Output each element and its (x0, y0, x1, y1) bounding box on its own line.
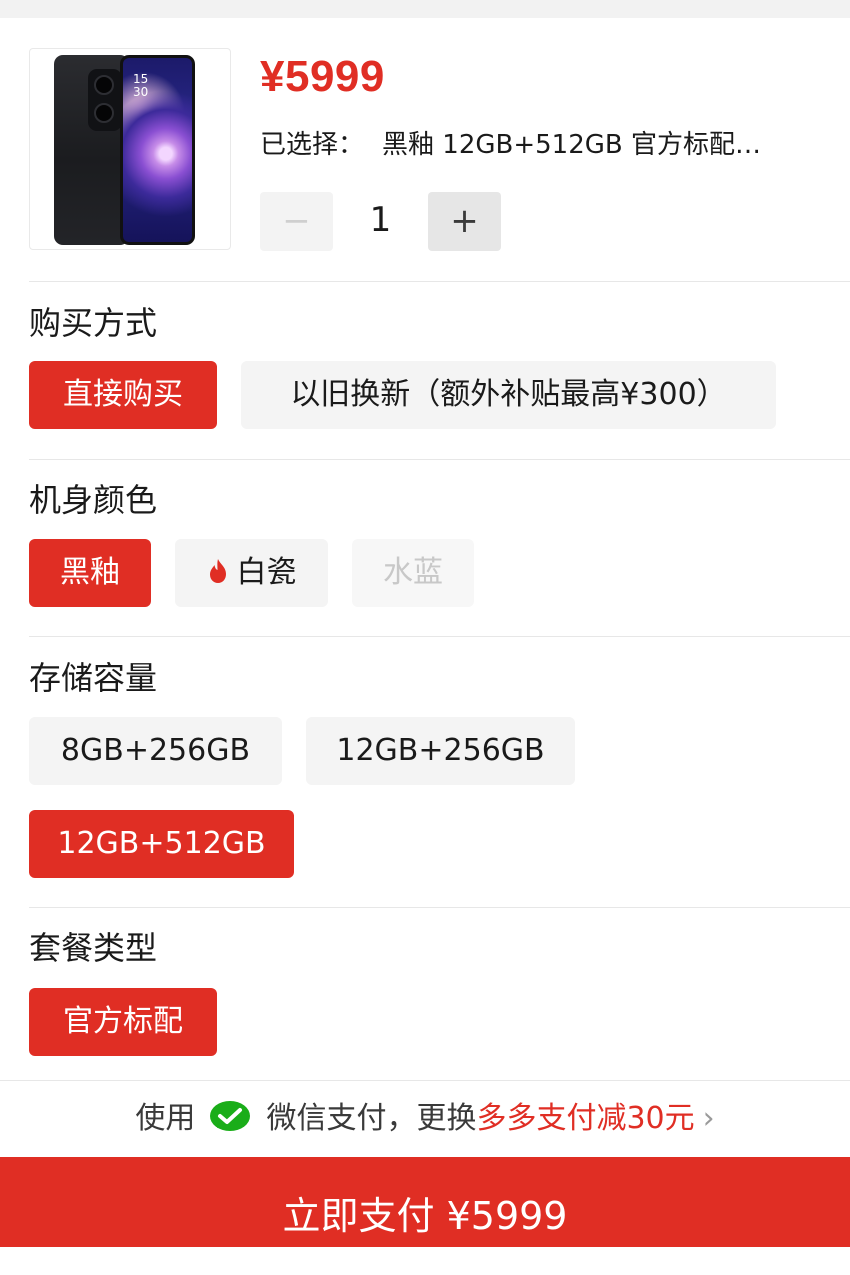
purchase-option-tradein[interactable]: 以旧换新（额外补贴最高¥300） (241, 361, 776, 429)
color-option-blue: 水蓝 (352, 539, 474, 607)
section-title-purchase: 购买方式 (29, 304, 158, 342)
storage-option-8-256[interactable]: 8GB+256GB (29, 717, 282, 785)
divider (29, 281, 850, 282)
quantity-value: 1 (369, 200, 392, 240)
storage-option-12-512[interactable]: 12GB+512GB (29, 810, 294, 878)
product-thumbnail[interactable]: 15 30 (29, 48, 231, 250)
section-title-package: 套餐类型 (29, 929, 158, 967)
phone-clock: 15 30 (133, 72, 149, 99)
selected-spec: 已选择： 黑釉 12GB+512GB 官方标配… (260, 124, 825, 161)
payment-prefix: 使用 (135, 1101, 196, 1136)
decrease-quantity-button[interactable]: − (260, 192, 333, 251)
payment-promo: 多多支付减30元 (476, 1101, 695, 1136)
payment-method-text: 微信支付，更换 (266, 1101, 477, 1136)
color-option-white-label: 白瓷 (236, 555, 297, 590)
pay-now-button[interactable]: 立即支付 ¥5999 (0, 1157, 850, 1247)
divider (29, 459, 850, 460)
camera-module (88, 69, 122, 131)
phone-front-image (120, 55, 195, 245)
payment-method-row[interactable]: 使用 微信支付，更换多多支付减30元 › (0, 1082, 850, 1156)
color-option-black[interactable]: 黑釉 (29, 539, 151, 607)
purchase-option-direct[interactable]: 直接购买 (29, 361, 217, 429)
section-title-storage: 存储容量 (29, 659, 158, 697)
increase-quantity-button[interactable]: + (428, 192, 501, 251)
divider (29, 636, 850, 637)
wechat-pay-icon (209, 1100, 250, 1131)
flame-icon (209, 559, 226, 583)
section-title-color: 机身颜色 (29, 481, 158, 519)
phone-back-image (54, 55, 129, 245)
selected-label: 已选择： (260, 130, 365, 160)
package-option-standard[interactable]: 官方标配 (29, 988, 217, 1056)
divider (0, 1080, 850, 1081)
top-gap (0, 0, 850, 18)
color-option-white[interactable]: 白瓷 (175, 539, 328, 607)
chevron-right-icon: › (702, 1101, 715, 1136)
storage-option-12-256[interactable]: 12GB+256GB (306, 717, 575, 785)
product-price: ¥5999 (260, 52, 385, 101)
divider (29, 907, 850, 908)
selected-value: 黑釉 12GB+512GB 官方标配… (382, 130, 762, 160)
